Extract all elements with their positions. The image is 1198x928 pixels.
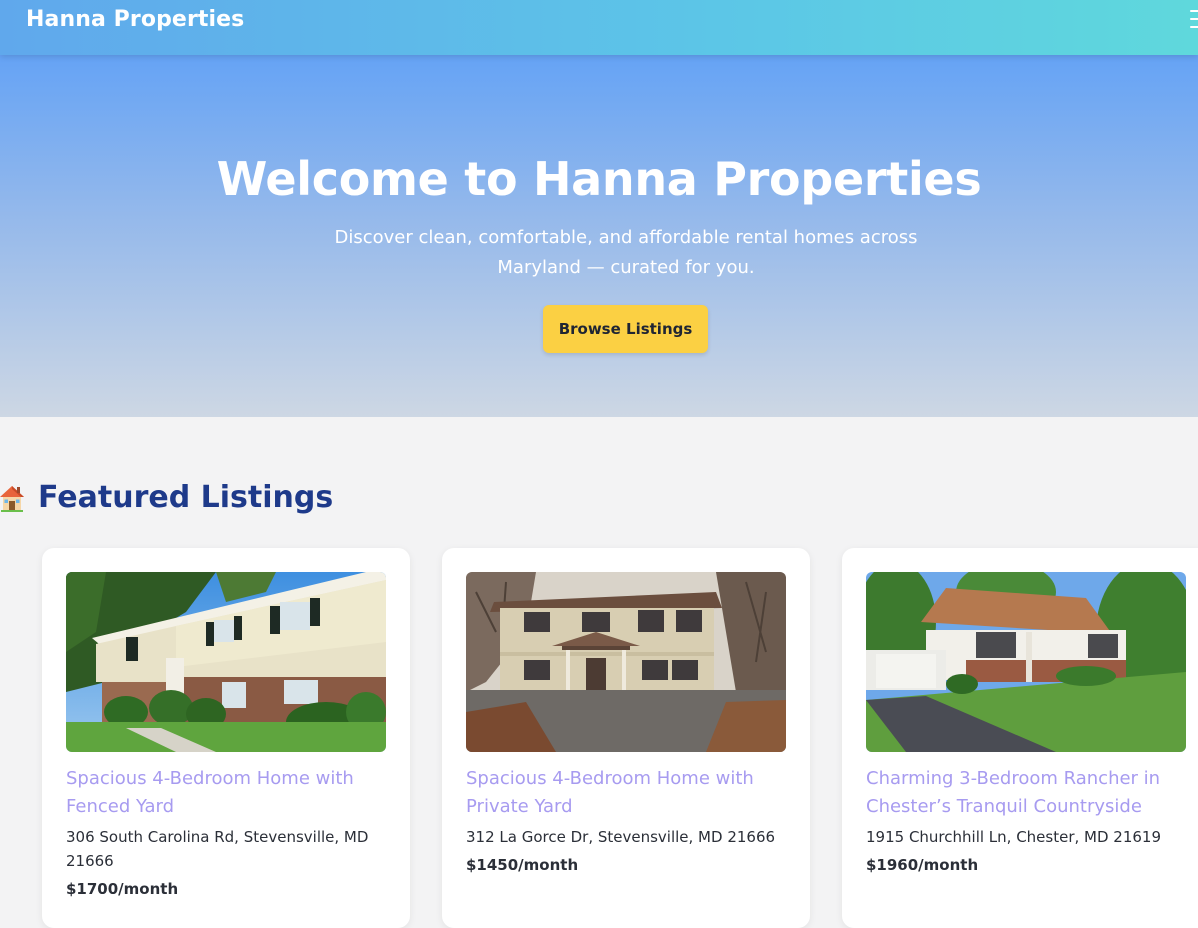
listing-title[interactable]: Spacious 4-Bedroom Home with Private Yar…: [466, 765, 786, 821]
listing-address: 306 South Carolina Rd, Stevensville, MD …: [66, 828, 369, 870]
listing-photo[interactable]: [66, 572, 386, 752]
hero-section: Welcome to Hanna Properties Discover cle…: [0, 55, 1198, 417]
browse-listings-button[interactable]: Browse Listings: [543, 305, 708, 353]
hamburger-menu-icon[interactable]: [1190, 10, 1198, 28]
listing-address: 312 La Gorce Dr, Stevensville, MD 21666: [466, 828, 776, 846]
listing-card[interactable]: Spacious 4-Bedroom Home with Fenced Yard…: [42, 548, 410, 928]
listing-card[interactable]: Charming 3-Bedroom Rancher in Chester’s …: [842, 548, 1198, 928]
featured-listings-heading: Featured Listings: [0, 480, 333, 515]
listing-address: 1915 Churchhill Ln, Chester, MD 21619: [866, 828, 1162, 846]
featured-heading-text: Featured Listings: [38, 480, 334, 515]
listing-photo[interactable]: [466, 572, 786, 752]
brand-logo-text[interactable]: Hanna Properties: [26, 7, 244, 32]
house-icon: [0, 485, 24, 512]
listing-price: $1450/month: [466, 856, 579, 874]
navbar: Hanna Properties: [0, 0, 1198, 55]
listing-title[interactable]: Spacious 4-Bedroom Home with Fenced Yard: [66, 765, 386, 821]
listing-price: $1700/month: [66, 880, 179, 898]
listing-price: $1960/month: [866, 856, 979, 874]
listing-title[interactable]: Charming 3-Bedroom Rancher in Chester’s …: [866, 765, 1186, 821]
hero-title: Welcome to Hanna Properties: [216, 152, 982, 206]
listing-card[interactable]: Spacious 4-Bedroom Home with Private Yar…: [442, 548, 810, 928]
hero-subtitle: Discover clean, comfortable, and afforda…: [334, 227, 918, 278]
listing-photo[interactable]: [866, 572, 1186, 752]
